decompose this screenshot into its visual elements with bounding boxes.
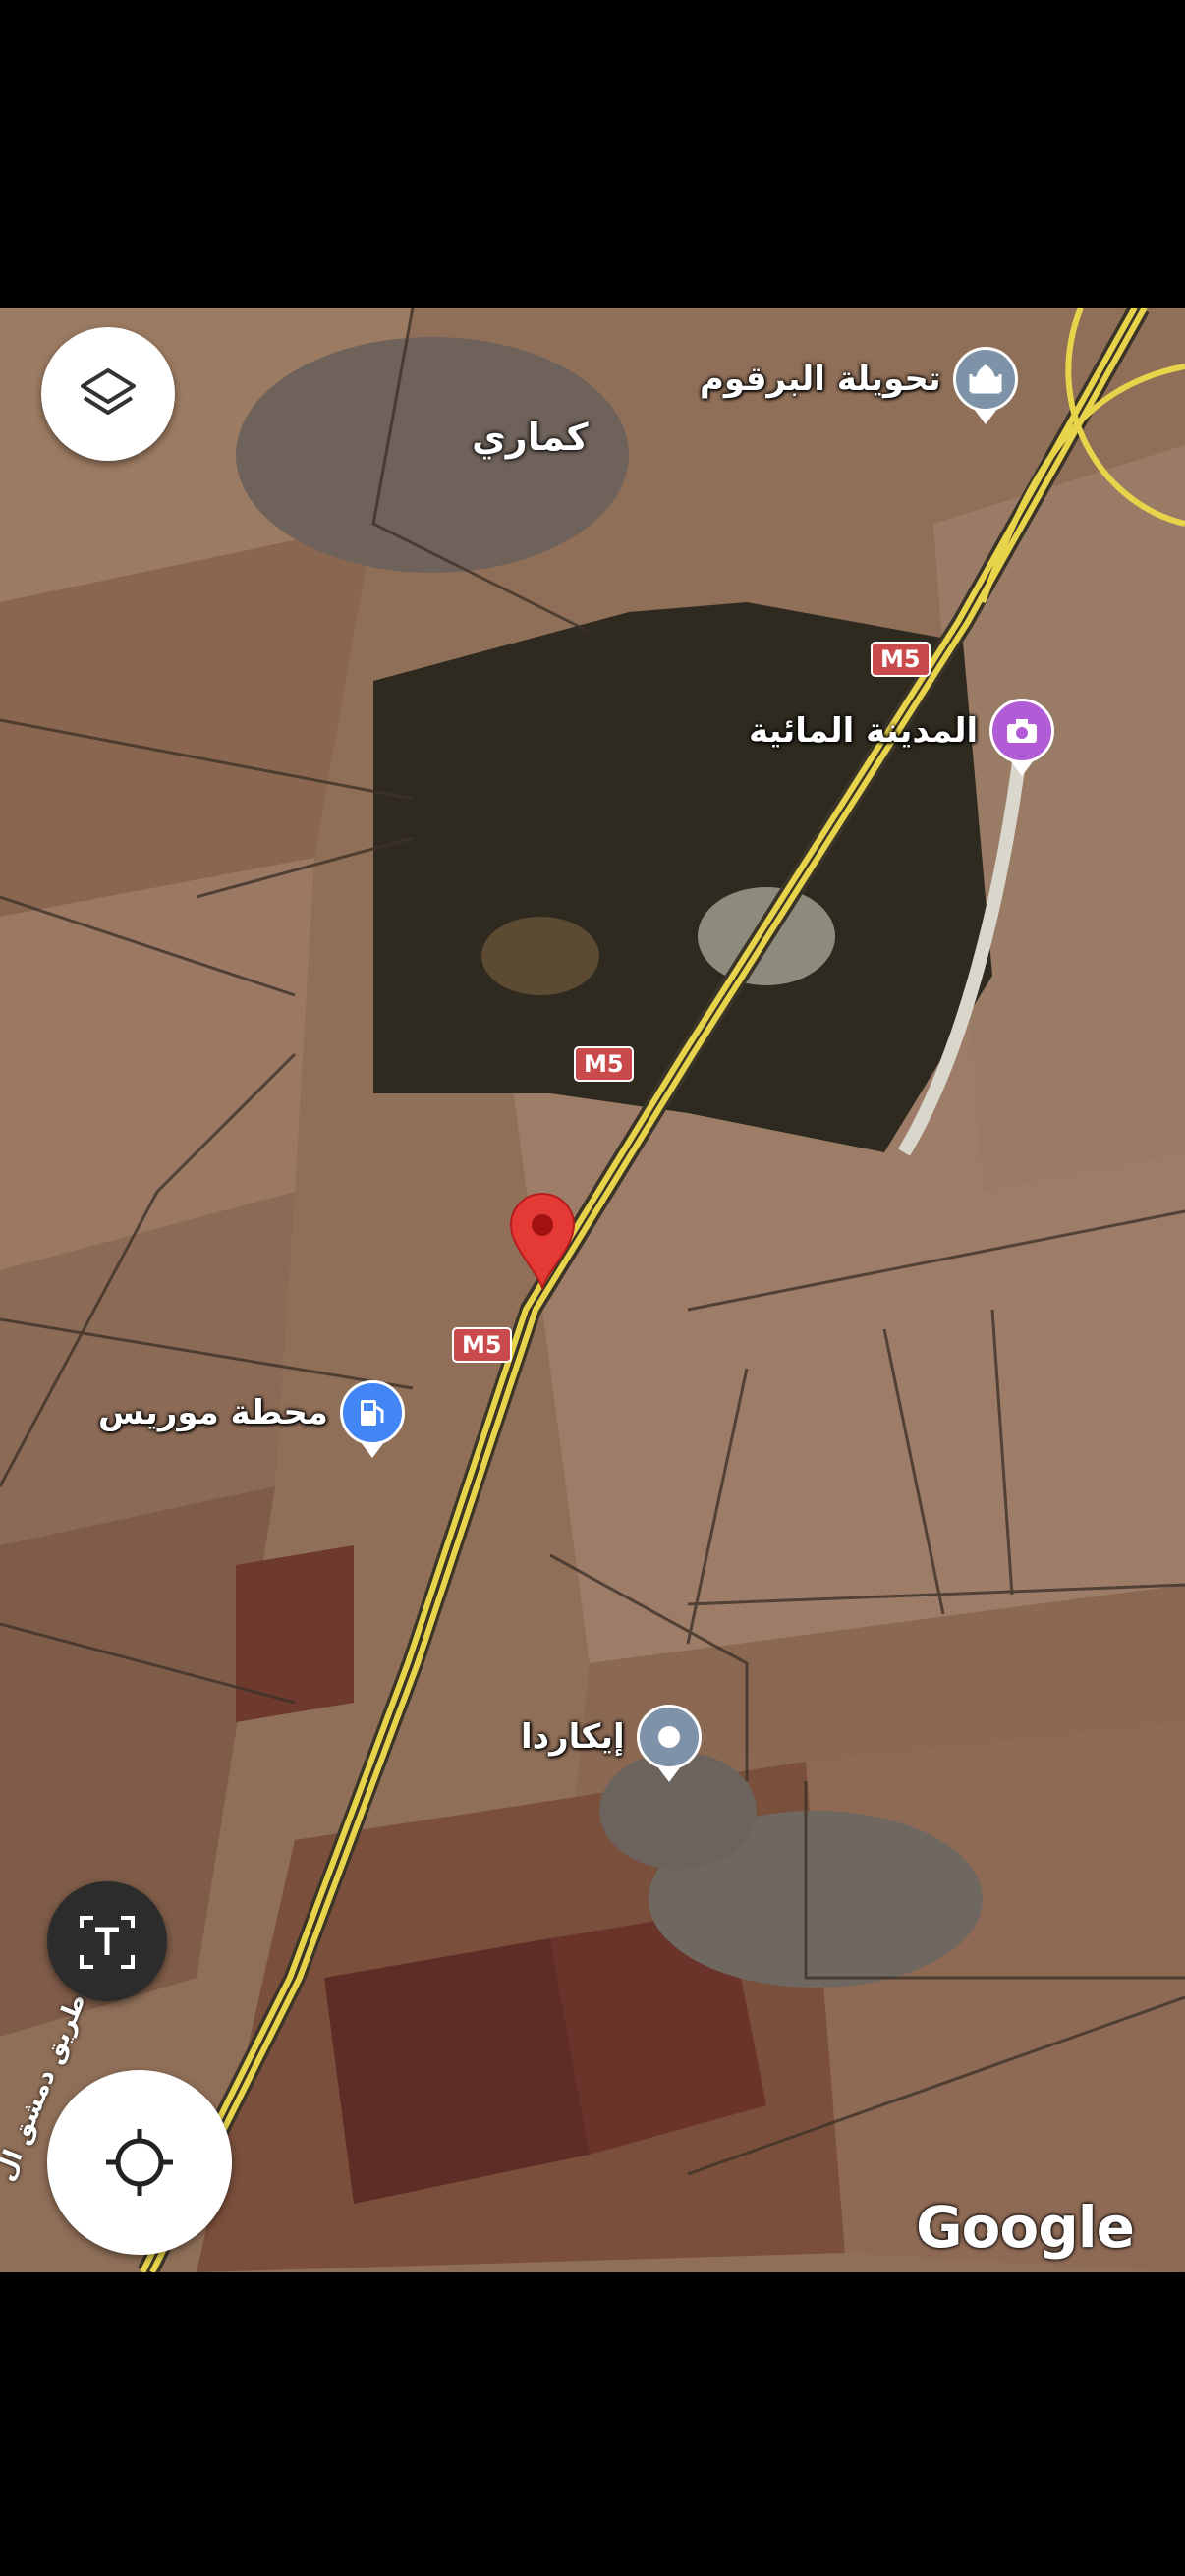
place-icarda[interactable]: إيكاردا <box>521 1705 702 1769</box>
my-location-button[interactable] <box>47 2070 232 2255</box>
place-label: إيكاردا <box>521 1717 625 1757</box>
place-label: محطة موريس <box>98 1393 328 1432</box>
layers-icon <box>81 368 136 415</box>
road-shield-m5: M5 <box>452 1327 512 1363</box>
google-attribution: Google <box>915 2194 1135 2261</box>
place-morris-station[interactable]: محطة موريس <box>98 1380 405 1445</box>
gas-station-icon <box>339 1380 405 1445</box>
layers-button[interactable] <box>41 327 175 461</box>
place-label: المدينة المائية <box>749 711 979 751</box>
place-label: تحويلة البرقوم <box>700 360 941 399</box>
town-label: كماري <box>472 416 589 459</box>
my-location-icon <box>106 2129 173 2196</box>
road-shield-m5: M5 <box>871 642 931 677</box>
place-tahwilat-barqoum[interactable]: تحويلة البرقوم <box>700 347 1018 412</box>
road-shield-m5: M5 <box>574 1046 634 1082</box>
satellite-map[interactable]: كماري M5 M5 M5 طريق دمشق ال تحويلة البرق… <box>0 308 1185 2272</box>
place-water-city[interactable]: المدينة المائية <box>749 699 1055 763</box>
camera-icon <box>989 699 1055 763</box>
text-lens-button[interactable] <box>47 1881 167 2001</box>
red-location-pin-icon[interactable] <box>507 1192 578 1294</box>
mosque-icon <box>952 347 1018 412</box>
text-recognition-icon <box>80 1916 135 1969</box>
satellite-imagery <box>0 308 1185 2272</box>
dot-marker-icon <box>636 1705 702 1769</box>
